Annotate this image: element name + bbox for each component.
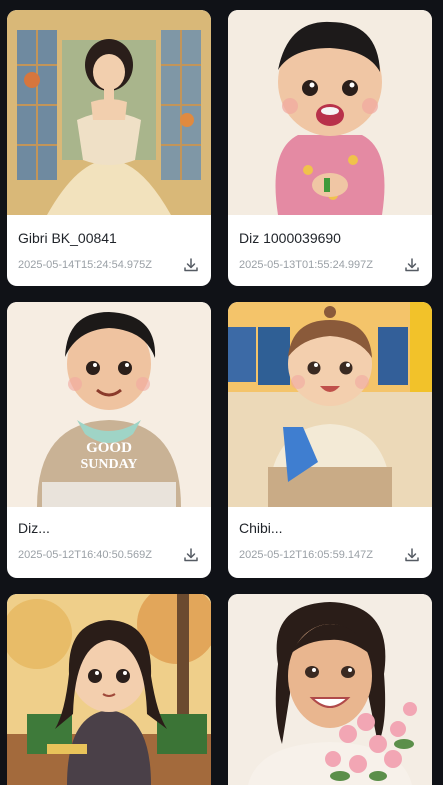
card-timestamp: 2025-05-12T16:05:59.147Z [239,549,373,561]
download-icon[interactable] [404,257,420,273]
card-title: Chibi... [239,520,283,536]
gallery-card[interactable]: Gibri BK_00841 2025-05-14T15:24:54.975Z [7,10,211,286]
gallery-card[interactable] [228,594,432,785]
download-icon[interactable] [183,257,199,273]
card-image[interactable]: GOOD SUNDAY [7,302,211,507]
card-title: Diz... [18,520,50,536]
gallery-grid: Gibri BK_00841 2025-05-14T15:24:54.975Z [0,0,443,785]
gallery-card[interactable] [7,594,211,785]
card-image[interactable] [7,10,211,215]
card-title: Diz 1000039690 [239,230,341,246]
card-image[interactable] [228,594,432,785]
card-image[interactable] [228,10,432,215]
gallery-card[interactable]: Chibi... 2025-05-12T16:05:59.147Z [228,302,432,578]
card-timestamp: 2025-05-12T16:40:50.569Z [18,549,152,561]
card-timestamp: 2025-05-14T15:24:54.975Z [18,259,152,271]
sweater-text-line-1: GOOD [86,440,132,456]
card-image[interactable] [228,302,432,507]
gallery-card[interactable]: GOOD SUNDAY Diz... 2025-05-12T16:40:50.5… [7,302,211,578]
download-icon[interactable] [404,547,420,563]
card-timestamp: 2025-05-13T01:55:24.997Z [239,259,373,271]
card-title: Gibri BK_00841 [18,230,117,246]
card-image[interactable] [7,594,211,785]
gallery-card[interactable]: Diz 1000039690 2025-05-13T01:55:24.997Z [228,10,432,286]
sweater-text-line-2: SUNDAY [80,457,137,472]
download-icon[interactable] [183,547,199,563]
